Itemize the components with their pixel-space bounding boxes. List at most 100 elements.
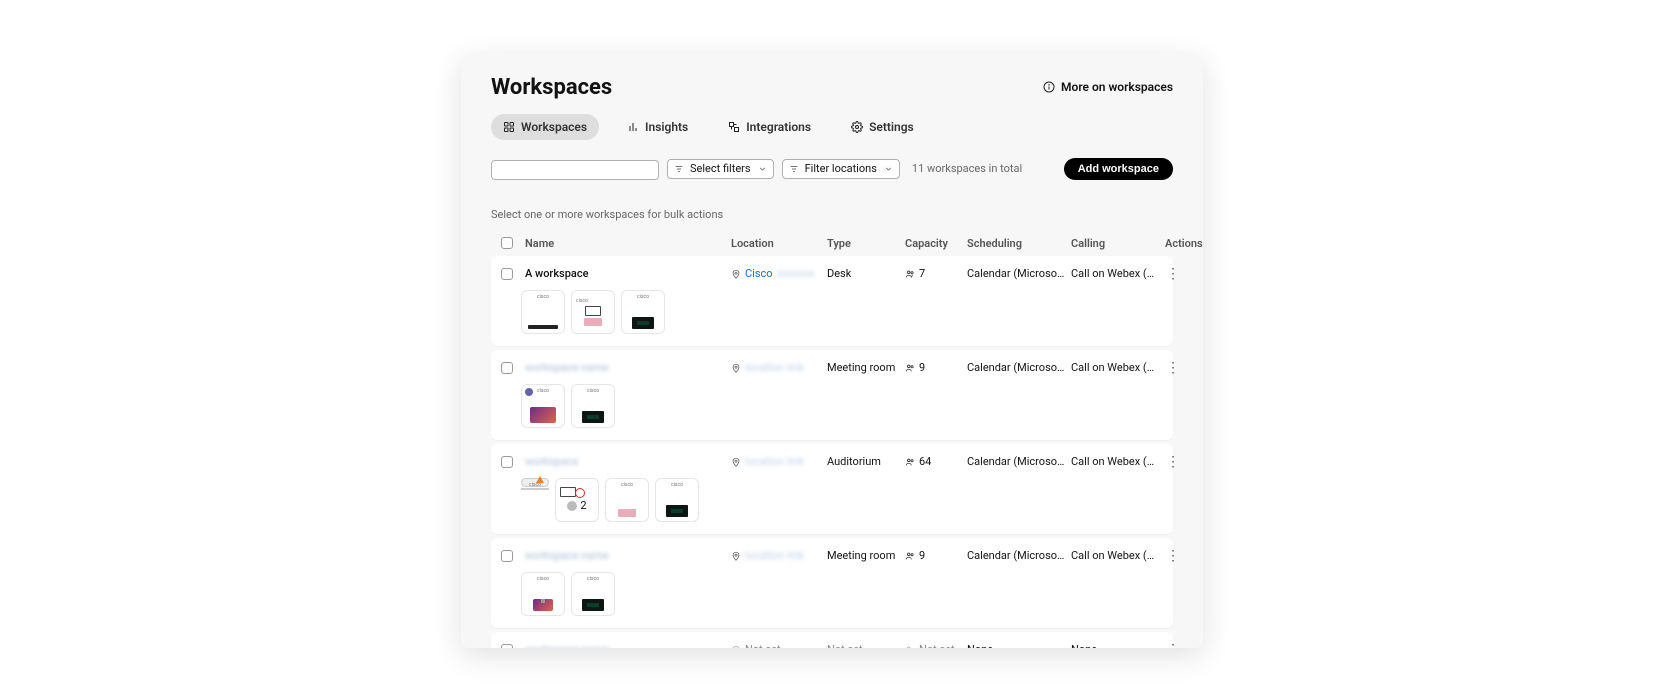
calling-cell: Call on Webex (1:1…: [1071, 455, 1159, 468]
capacity-value: 64: [919, 455, 931, 468]
search-input[interactable]: [491, 160, 659, 180]
calling-cell: Call on Webex (1:1…: [1071, 549, 1159, 562]
workspace-name: workspace name: [525, 361, 725, 374]
workspaces-icon: [503, 121, 515, 133]
col-type[interactable]: Type: [827, 237, 899, 250]
workspace-name: workspace name: [525, 643, 725, 648]
chevron-down-icon: [884, 164, 893, 173]
capacity-value: 9: [919, 361, 925, 374]
tab-insights[interactable]: Insights: [615, 114, 700, 140]
table-row[interactable]: workspace name location link Meeting roo…: [491, 538, 1173, 628]
chevron-down-icon: [758, 164, 767, 173]
select-all-checkbox[interactable]: [501, 237, 513, 249]
tab-integrations[interactable]: Integrations: [716, 114, 823, 140]
table-row[interactable]: workspace name Not set Not set Not set N…: [491, 632, 1173, 648]
more-on-workspaces-link[interactable]: More on workspaces: [1043, 80, 1173, 94]
tab-integrations-label: Integrations: [746, 120, 811, 134]
capacity-value: 9: [919, 549, 925, 562]
people-icon: [905, 551, 915, 561]
row-actions-menu[interactable]: ⋮: [1165, 266, 1181, 282]
page-title: Workspaces: [491, 75, 612, 100]
table-row[interactable]: workspace location link Auditorium 64 Ca…: [491, 444, 1173, 534]
location-text: Cisco: [745, 267, 773, 280]
location-link[interactable]: Cisco xxxxxxx: [731, 267, 821, 280]
capacity-cell: 9: [905, 549, 961, 562]
select-filters-label: Select filters: [690, 162, 751, 175]
row-checkbox[interactable]: [501, 456, 513, 468]
location-text: location link: [745, 455, 804, 468]
people-icon: [905, 269, 915, 279]
device-chips: cisco 2 cisco cisco: [491, 478, 1173, 522]
chip-count: 2: [580, 499, 586, 512]
device-chip-panel[interactable]: cisco: [621, 290, 665, 334]
select-filters-button[interactable]: Select filters: [667, 159, 774, 179]
tab-insights-label: Insights: [645, 120, 688, 134]
row-checkbox[interactable]: [501, 362, 513, 374]
scheduling-cell: Calendar (Microsoft): [967, 361, 1065, 374]
device-chip-codec-warning[interactable]: cisco: [521, 478, 549, 487]
capacity-cell: 7: [905, 267, 961, 280]
location-text: location link: [745, 549, 804, 562]
workspaces-table: Name Location Type Capacity Scheduling C…: [491, 231, 1173, 648]
location-link[interactable]: location link: [731, 549, 821, 562]
people-icon: [905, 363, 915, 373]
col-location[interactable]: Location: [731, 237, 821, 250]
capacity-cell: 9: [905, 361, 961, 374]
device-chip-panel[interactable]: cisco: [571, 572, 615, 616]
location-pin-icon: [731, 645, 741, 648]
filter-locations-button[interactable]: Filter locations: [782, 159, 900, 179]
table-row[interactable]: A workspace Cisco xxxxxxx Desk 7 Calenda…: [491, 256, 1173, 346]
row-checkbox[interactable]: [501, 268, 513, 280]
location-link[interactable]: location link: [731, 361, 821, 374]
type-cell: Meeting room: [827, 361, 899, 374]
filter-locations-label: Filter locations: [805, 162, 877, 175]
capacity-value: 7: [919, 267, 925, 280]
capacity-cell: 64: [905, 455, 961, 468]
calling-cell: None…: [1071, 643, 1159, 648]
device-chip-panel[interactable]: cisco: [571, 384, 615, 428]
location-pin-icon: [731, 269, 741, 279]
info-icon: [1043, 81, 1055, 93]
col-name[interactable]: Name: [525, 237, 725, 250]
capacity-value: Not set: [919, 643, 955, 648]
device-chip-tablet[interactable]: cisco: [571, 290, 615, 334]
row-checkbox[interactable]: [501, 550, 513, 562]
device-chip-codec[interactable]: cisco: [521, 290, 565, 334]
location-text: Not set: [745, 643, 781, 648]
scheduling-cell: None: [967, 643, 1065, 648]
location-notset: Not set: [731, 643, 821, 648]
device-chip-board[interactable]: cisco: [521, 384, 565, 428]
add-workspace-button[interactable]: Add workspace: [1064, 158, 1173, 180]
device-chip-desk[interactable]: cisco: [521, 572, 565, 616]
device-chip-panel[interactable]: cisco: [655, 478, 699, 522]
controls-row: Select filters Filter locations 11 works…: [491, 158, 1173, 180]
type-cell: Auditorium: [827, 455, 899, 468]
table-header: Name Location Type Capacity Scheduling C…: [491, 231, 1173, 256]
row-checkbox[interactable]: [501, 644, 513, 648]
location-pin-icon: [731, 457, 741, 467]
people-icon: [905, 645, 915, 648]
device-chip-tablet-stack[interactable]: 2: [555, 478, 599, 522]
col-calling[interactable]: Calling: [1071, 237, 1159, 250]
location-link[interactable]: location link: [731, 455, 821, 468]
device-chip-mini[interactable]: cisco: [605, 478, 649, 522]
col-actions: Actions: [1165, 237, 1195, 250]
row-actions-menu[interactable]: ⋮: [1165, 548, 1181, 564]
table-row[interactable]: workspace name location link Meeting roo…: [491, 350, 1173, 440]
bulk-actions-hint: Select one or more workspaces for bulk a…: [491, 208, 1173, 221]
row-actions-menu[interactable]: ⋮: [1165, 642, 1181, 648]
tab-workspaces[interactable]: Workspaces: [491, 114, 599, 140]
more-link-label: More on workspaces: [1061, 80, 1173, 94]
col-scheduling[interactable]: Scheduling: [967, 237, 1065, 250]
tab-settings[interactable]: Settings: [839, 114, 926, 140]
location-text: location link: [745, 361, 804, 374]
total-count-label: 11 workspaces in total: [912, 162, 1022, 175]
col-capacity[interactable]: Capacity: [905, 237, 961, 250]
capacity-cell: Not set: [905, 643, 961, 648]
row-actions-menu[interactable]: ⋮: [1165, 454, 1181, 470]
workspaces-card: Workspaces More on workspaces Workspaces…: [461, 53, 1203, 648]
row-actions-menu[interactable]: ⋮: [1165, 360, 1181, 376]
tabs: Workspaces Insights Integrations Setting…: [491, 114, 1173, 140]
filter-icon: [789, 164, 799, 174]
type-cell: Desk: [827, 267, 899, 280]
